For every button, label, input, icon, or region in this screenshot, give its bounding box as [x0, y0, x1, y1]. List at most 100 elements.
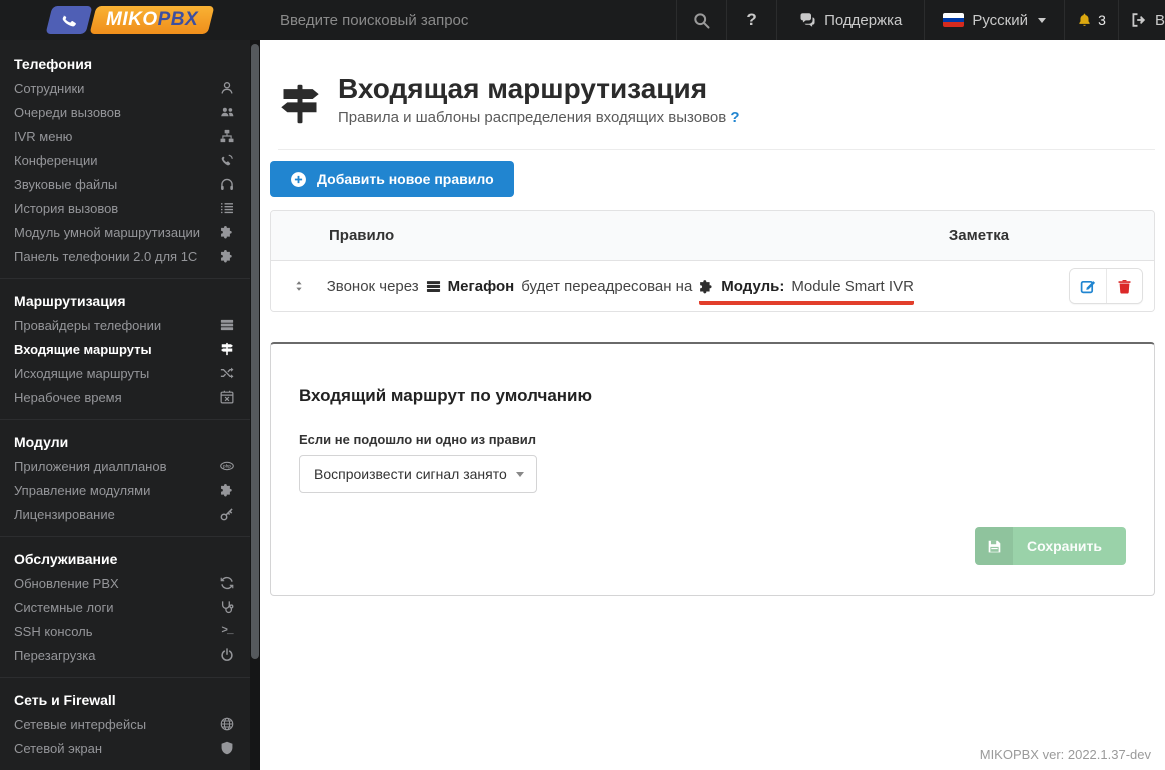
sidebar-item-call-history[interactable]: История вызовов [0, 196, 260, 220]
brand-miko: MIKO [105, 9, 158, 30]
edit-rule-button[interactable] [1069, 269, 1106, 303]
edit-icon [1080, 280, 1096, 294]
terminal-icon: >_ [221, 625, 233, 637]
language-dropdown[interactable]: Русский [924, 0, 1064, 40]
plus-circle-icon [291, 171, 306, 187]
search-icon [694, 12, 710, 29]
chevron-down-icon [516, 471, 524, 477]
provider-name: Мегафон [447, 277, 515, 295]
sidebar-item-module-management[interactable]: Управление модулями [0, 478, 260, 502]
logout-button[interactable]: В [1118, 0, 1165, 40]
sidebar-item-providers[interactable]: Провайдеры телефонии [0, 313, 260, 337]
mikopbx-logo[interactable]: MIKOPBX [45, 6, 215, 34]
sidebar-section-network: Сеть и Firewall Сетевые интерфейсы Сетев… [0, 677, 260, 770]
signpost-page-icon [278, 78, 322, 135]
trash-icon [1118, 279, 1131, 294]
sidebar-item-off-work-time[interactable]: Нерабочее время [0, 385, 260, 409]
support-button[interactable]: Поддержка [776, 0, 924, 40]
sidebar-item-ssh-console[interactable]: SSH консоль >_ [0, 619, 260, 643]
key-icon [218, 507, 236, 521]
language-label: Русский [972, 11, 1028, 29]
sidebar-item-sound-files[interactable]: Звуковые файлы [0, 172, 260, 196]
destination-type: Модуль: [721, 277, 785, 295]
server-icon [426, 279, 441, 294]
sidebar-item-call-queues[interactable]: Очереди вызовов [0, 100, 260, 124]
section-title: Сеть и Firewall [14, 692, 116, 708]
page-title: Входящая маршрутизация [338, 73, 708, 104]
puzzle-icon [218, 249, 236, 263]
server-icon [218, 318, 236, 332]
sidebar-item-outgoing-routes[interactable]: Исходящие маршруты [0, 361, 260, 385]
signpost-icon [218, 342, 236, 356]
sidebar-item-conferences[interactable]: Конференции [0, 148, 260, 172]
users-icon [218, 105, 236, 119]
help-button[interactable]: ? [726, 0, 776, 40]
top-bar: MIKOPBX ? Поддержка Русский 3 В [0, 0, 1165, 40]
sidebar-item-employees[interactable]: Сотрудники [0, 76, 260, 100]
sort-icon [296, 281, 302, 291]
sidebar-item-incoming-routes[interactable]: Входящие маршруты [0, 337, 260, 361]
save-floppy-icon [975, 527, 1014, 565]
row-actions [1068, 268, 1143, 304]
sidebar-item-firewall[interactable]: Сетевой экран [0, 736, 260, 760]
section-title: Обслуживание [14, 551, 118, 567]
notifications-button[interactable]: 3 [1064, 0, 1118, 40]
table-header-row: Правило Заметка [271, 211, 1154, 261]
sidebar-scrollbar[interactable] [250, 40, 260, 770]
php-icon: php [218, 459, 236, 473]
user-icon [218, 81, 236, 95]
delete-rule-button[interactable] [1105, 269, 1142, 303]
globe-icon [218, 717, 236, 731]
sidebar-item-dialplan-applications[interactable]: Приложения диалпланов php [0, 454, 260, 478]
search-area [260, 0, 677, 40]
chevron-down-icon [1038, 17, 1046, 23]
sidebar-item-phone-panel-1c[interactable]: Панель телефонии 2.0 для 1С [0, 244, 260, 268]
subtitle-help-icon[interactable]: ? [730, 109, 739, 126]
sidebar: Телефония Сотрудники Очереди вызовов IVR… [0, 40, 260, 770]
page-header-text: Входящая маршрутизация Правила и шаблоны… [338, 73, 740, 127]
sync-icon [218, 576, 236, 590]
logout-label: В [1154, 11, 1165, 29]
drag-handle[interactable] [271, 279, 327, 293]
add-rule-button[interactable]: Добавить новое правило [270, 161, 514, 197]
save-button[interactable]: Сохранить [975, 527, 1126, 565]
russia-flag-icon [943, 13, 965, 27]
search-input[interactable] [260, 11, 677, 29]
logo-box: MIKOPBX [0, 0, 260, 40]
sidebar-section-modules: Модули Приложения диалпланов php Управле… [0, 419, 260, 536]
shield-icon [218, 741, 236, 755]
puzzle-icon [218, 225, 236, 239]
rule-description: Звонок через Мегафон будет переадресован… [327, 277, 914, 305]
default-action-select[interactable]: Воспроизвести сигнал занято [299, 455, 537, 493]
help-label: ? [746, 10, 757, 29]
sidebar-item-pbx-update[interactable]: Обновление PBX [0, 571, 260, 595]
sidebar-item-reboot[interactable]: Перезагрузка [0, 643, 260, 667]
sidebar-item-ivr-menu[interactable]: IVR меню [0, 124, 260, 148]
table-row: Звонок через Мегафон будет переадресован… [271, 261, 1154, 311]
comments-icon [800, 13, 815, 27]
stethoscope-icon [218, 600, 236, 614]
destination-name: Module Smart IVR [791, 277, 914, 295]
sidebar-item-network-interfaces[interactable]: Сетевые интерфейсы [0, 712, 260, 736]
list-icon [218, 201, 236, 215]
shuffle-icon [218, 366, 236, 380]
sidebar-item-licensing[interactable]: Лицензирование [0, 502, 260, 526]
headphones-icon [218, 177, 236, 191]
bell-icon [1079, 13, 1090, 26]
sidebar-item-smart-routing-module[interactable]: Модуль умной маршрутизации [0, 220, 260, 244]
search-button[interactable] [676, 0, 726, 40]
phone-logo-icon [45, 6, 93, 34]
default-route-title: Входящий маршрут по умолчанию [299, 386, 593, 405]
sidebar-section-routing: Маршрутизация Провайдеры телефонии Входя… [0, 278, 260, 419]
phone-volume-icon [218, 153, 236, 167]
sidebar-section-maintenance: Обслуживание Обновление PBX Системные ло… [0, 536, 260, 677]
section-title: Маршрутизация [14, 293, 126, 309]
section-title: Телефония [14, 56, 92, 72]
scrollbar-thumb[interactable] [251, 44, 259, 659]
sign-out-icon [1132, 13, 1146, 27]
notifications-count: 3 [1098, 12, 1106, 28]
puzzle-icon [218, 483, 236, 497]
brand-pbx: PBX [157, 9, 199, 30]
sidebar-item-system-logs[interactable]: Системные логи [0, 595, 260, 619]
brand-text: MIKOPBX [89, 6, 215, 34]
